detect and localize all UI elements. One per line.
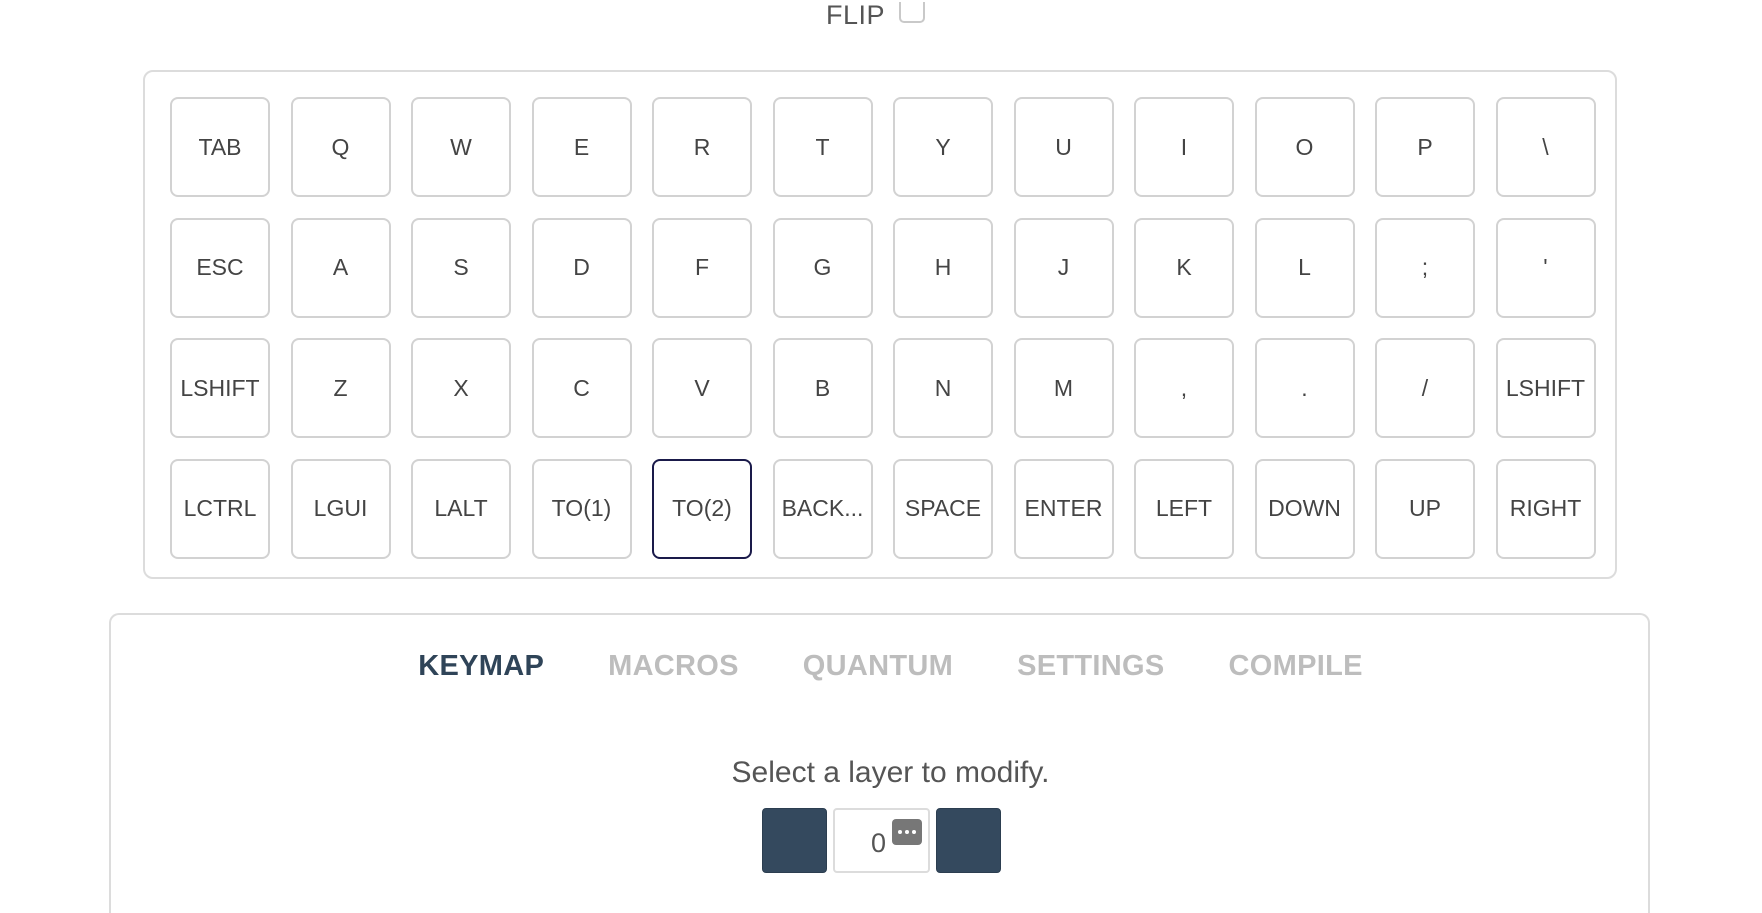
- key[interactable]: C: [531, 338, 632, 438]
- more-icon[interactable]: [892, 818, 922, 845]
- key[interactable]: RIGHT: [1495, 458, 1596, 559]
- layer-selector: 0: [762, 808, 1001, 873]
- key[interactable]: ': [1495, 217, 1596, 318]
- key[interactable]: /: [1375, 338, 1475, 438]
- key[interactable]: H: [893, 217, 993, 318]
- key[interactable]: M: [1013, 338, 1114, 438]
- layer-prompt: Select a layer to modify.: [731, 756, 1050, 789]
- key[interactable]: Y: [893, 97, 993, 197]
- key[interactable]: TO(1): [531, 458, 632, 559]
- tab-quantum[interactable]: QUANTUM: [803, 650, 953, 683]
- key[interactable]: .: [1254, 338, 1355, 438]
- key[interactable]: J: [1013, 217, 1114, 318]
- key[interactable]: ESC: [170, 217, 270, 318]
- key[interactable]: E: [531, 97, 632, 197]
- key[interactable]: X: [411, 338, 511, 438]
- key[interactable]: B: [772, 338, 873, 438]
- layer-increment-button[interactable]: [936, 808, 1001, 873]
- key[interactable]: LCTRL: [170, 458, 270, 559]
- key[interactable]: LSHIFT: [170, 338, 270, 438]
- key[interactable]: \: [1495, 97, 1596, 197]
- key[interactable]: BACK...: [772, 458, 873, 559]
- key[interactable]: D: [531, 217, 632, 318]
- key[interactable]: LEFT: [1134, 458, 1234, 559]
- key[interactable]: L: [1254, 217, 1355, 318]
- key[interactable]: I: [1134, 97, 1234, 197]
- key[interactable]: ;: [1375, 217, 1475, 318]
- flip-toggle: FLIP: [826, 0, 926, 30]
- tab-keymap[interactable]: KEYMAP: [418, 650, 544, 683]
- key[interactable]: UP: [1375, 458, 1475, 559]
- key[interactable]: DOWN: [1254, 458, 1355, 559]
- flip-checkbox[interactable]: [899, 1, 926, 23]
- key[interactable]: K: [1134, 217, 1234, 318]
- key[interactable]: ENTER: [1013, 458, 1114, 559]
- layer-input[interactable]: 0: [833, 808, 930, 873]
- key[interactable]: S: [411, 217, 511, 318]
- key[interactable]: P: [1375, 97, 1475, 197]
- tab-compile[interactable]: COMPILE: [1229, 650, 1363, 683]
- key[interactable]: O: [1254, 97, 1355, 197]
- keyboard-panel: TAB Q W E R T Y U I O P \ ESC A S D F G H J K L; ' LSHIFT Z X C V B N…: [143, 70, 1617, 579]
- key[interactable]: R: [652, 97, 752, 197]
- key[interactable]: ,: [1134, 338, 1234, 438]
- tab-settings[interactable]: SETTINGS: [1017, 650, 1164, 683]
- key[interactable]: F: [652, 217, 752, 318]
- layer-decrement-button[interactable]: [762, 808, 827, 873]
- tools-panel: KEYMAP MACROS QUANTUM SETTINGS COMPILE S…: [109, 613, 1650, 913]
- key[interactable]: TAB: [170, 97, 270, 197]
- key[interactable]: V: [652, 338, 752, 438]
- key[interactable]: Q: [290, 97, 391, 197]
- key[interactable]: LGUI: [290, 458, 391, 559]
- key[interactable]: A: [290, 217, 391, 318]
- tab-macros[interactable]: MACROS: [608, 650, 739, 683]
- flip-label: FLIP: [826, 0, 886, 30]
- key[interactable]: G: [772, 217, 873, 318]
- key[interactable]: U: [1013, 97, 1114, 197]
- layer-value: 0: [870, 828, 886, 858]
- tab-bar: KEYMAP MACROS QUANTUM SETTINGS COMPILE: [111, 650, 1648, 683]
- key[interactable]: Z: [290, 338, 391, 438]
- key[interactable]: T: [772, 97, 873, 197]
- key[interactable]: SPACE: [893, 458, 993, 559]
- key[interactable]: W: [411, 97, 511, 197]
- key[interactable]: TO(2): [652, 458, 752, 559]
- key[interactable]: N: [893, 338, 993, 438]
- key[interactable]: LALT: [411, 458, 511, 559]
- key[interactable]: LSHIFT: [1495, 338, 1596, 438]
- key-grid: TAB Q W E R T Y U I O P \ ESC A S D F G H J K L; ' LSHIFT Z X C V B N…: [170, 97, 1596, 559]
